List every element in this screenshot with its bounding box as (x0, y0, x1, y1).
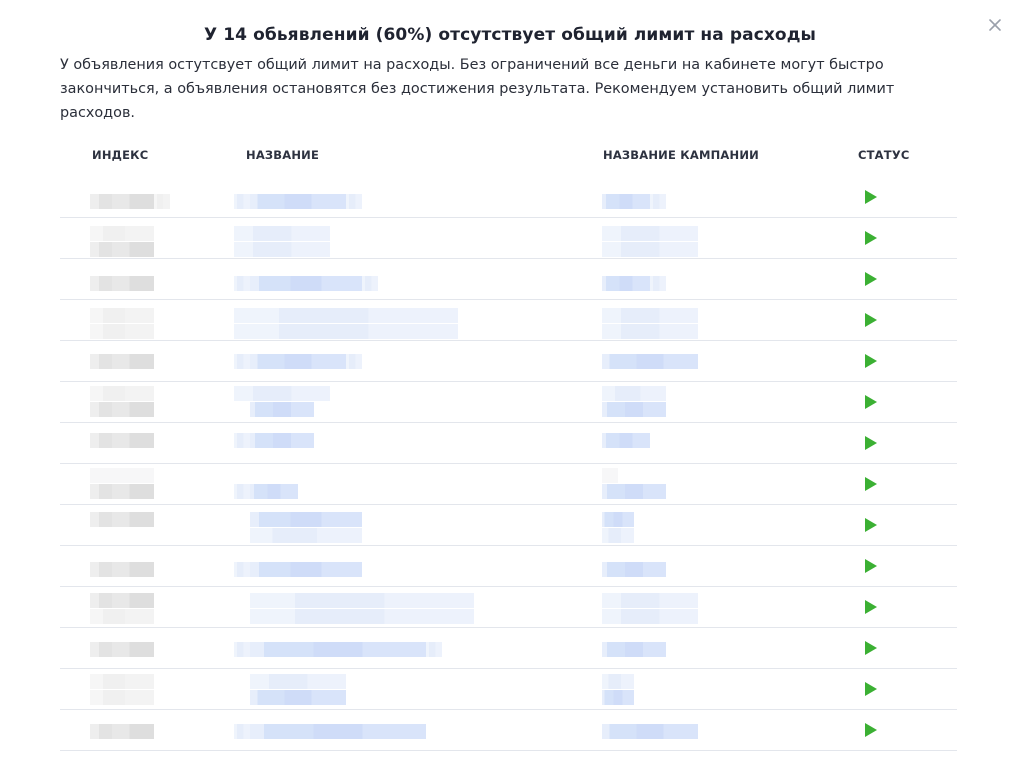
status-cell (860, 505, 884, 545)
play-icon (865, 436, 877, 450)
index-cell (90, 505, 210, 545)
modal-title: У 14 обьявлений (60%) отсутствует общий … (203, 25, 817, 45)
play-icon (865, 272, 877, 286)
column-header-campaign: НАЗВАНИЕ КАМПАНИИ (603, 148, 760, 162)
play-icon (865, 395, 877, 409)
table-row[interactable] (60, 710, 957, 751)
play-icon (865, 231, 877, 245)
play-icon (865, 518, 877, 532)
campaign-cell[interactable] (602, 259, 762, 299)
index-cell (90, 587, 210, 627)
status-cell (860, 710, 884, 750)
status-cell (860, 628, 884, 668)
table-row[interactable] (60, 505, 957, 546)
play-icon (865, 641, 877, 655)
campaign-cell[interactable] (602, 218, 762, 258)
campaign-cell[interactable] (602, 710, 762, 750)
index-cell (90, 341, 210, 381)
index-cell (90, 464, 210, 504)
play-icon (865, 682, 877, 696)
status-cell (860, 341, 884, 381)
play-icon (865, 190, 877, 204)
name-cell[interactable] (234, 423, 554, 463)
ad-limits-modal: У 14 обьявлений (60%) отсутствует общий … (0, 0, 1020, 771)
table-row[interactable] (60, 382, 957, 423)
name-cell[interactable] (234, 710, 554, 750)
table-row[interactable] (60, 177, 957, 218)
status-cell (860, 423, 884, 463)
table-row[interactable] (60, 587, 957, 628)
status-cell (860, 300, 884, 340)
index-cell (90, 628, 210, 668)
table-row[interactable] (60, 341, 957, 382)
name-cell[interactable] (234, 669, 554, 709)
play-icon (865, 723, 877, 737)
campaign-cell[interactable] (602, 587, 762, 627)
index-cell (90, 259, 210, 299)
name-cell[interactable] (234, 259, 554, 299)
campaign-cell[interactable] (602, 177, 762, 217)
play-icon (865, 477, 877, 491)
table-row[interactable] (60, 259, 957, 300)
play-icon (865, 354, 877, 368)
table-row[interactable] (60, 669, 957, 710)
index-cell (90, 669, 210, 709)
campaign-cell[interactable] (602, 669, 762, 709)
modal-description: У объявления остутсвует общий лимит на р… (60, 57, 895, 121)
table-row[interactable] (60, 300, 957, 341)
index-cell (90, 177, 210, 217)
column-header-name: НАЗВАНИЕ (246, 148, 320, 162)
name-cell[interactable] (234, 505, 554, 545)
table-row[interactable] (60, 423, 957, 464)
campaign-cell[interactable] (602, 300, 762, 340)
table-row[interactable] (60, 546, 957, 587)
index-cell (90, 382, 210, 422)
status-cell (860, 546, 884, 586)
table-row[interactable] (60, 218, 957, 259)
name-cell[interactable] (234, 382, 554, 422)
table-header: ИНДЕКС НАЗВАНИЕ НАЗВАНИЕ КАМПАНИИ СТАТУС (0, 148, 1020, 164)
name-cell[interactable] (234, 587, 554, 627)
campaign-cell[interactable] (602, 505, 762, 545)
status-cell (860, 669, 884, 709)
index-cell (90, 300, 210, 340)
status-cell (860, 382, 884, 422)
play-icon (865, 313, 877, 327)
index-cell (90, 710, 210, 750)
column-header-status: СТАТУС (858, 148, 910, 162)
index-cell (90, 218, 210, 258)
name-cell[interactable] (234, 546, 554, 586)
campaign-cell[interactable] (602, 546, 762, 586)
name-cell[interactable] (234, 341, 554, 381)
name-cell[interactable] (234, 300, 554, 340)
table-row[interactable] (60, 464, 957, 505)
campaign-cell[interactable] (602, 423, 762, 463)
status-cell (860, 177, 884, 217)
name-cell[interactable] (234, 464, 554, 504)
campaign-cell[interactable] (602, 628, 762, 668)
play-icon (865, 600, 877, 614)
index-cell (90, 423, 210, 463)
status-cell (860, 218, 884, 258)
name-cell[interactable] (234, 218, 554, 258)
status-cell (860, 259, 884, 299)
status-cell (860, 464, 884, 504)
table-body (0, 177, 1020, 751)
play-icon (865, 559, 877, 573)
table-row[interactable] (60, 628, 957, 669)
campaign-cell[interactable] (602, 341, 762, 381)
column-header-index: ИНДЕКС (92, 148, 149, 162)
campaign-cell[interactable] (602, 464, 762, 504)
name-cell[interactable] (234, 628, 554, 668)
status-cell (860, 587, 884, 627)
name-cell[interactable] (234, 177, 554, 217)
index-cell (90, 546, 210, 586)
campaign-cell[interactable] (602, 382, 762, 422)
